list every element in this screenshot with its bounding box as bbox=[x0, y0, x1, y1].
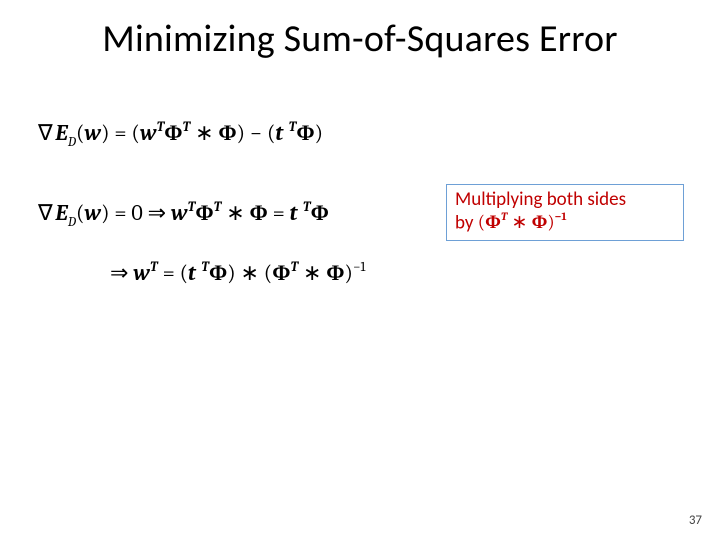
lparen3a: ( bbox=[180, 260, 188, 286]
annot-T1: T bbox=[501, 210, 507, 223]
sub-D: D bbox=[68, 135, 76, 150]
lparen2: ( bbox=[131, 120, 139, 146]
sup-T3a: T bbox=[150, 260, 158, 275]
sup-T3b: T bbox=[201, 260, 209, 275]
Phi-2c: Φ bbox=[311, 200, 329, 226]
Phi3: Φ bbox=[296, 120, 314, 146]
eq-zero: = 0 bbox=[110, 200, 148, 226]
equals1: = bbox=[110, 120, 132, 146]
var-w3: w bbox=[133, 260, 150, 286]
sup-T3c: T bbox=[290, 260, 298, 275]
page-number: 37 bbox=[689, 513, 702, 528]
rparen3a: ) bbox=[227, 260, 235, 286]
implies2: ⇒ bbox=[110, 260, 128, 286]
annot-Phi1: Φ bbox=[485, 211, 501, 233]
annotation-line1: Multiplying both sides bbox=[455, 189, 675, 211]
implies1: ⇒ bbox=[148, 200, 166, 226]
var-E: E bbox=[55, 120, 68, 146]
rparen1: ) bbox=[101, 120, 109, 146]
var-t2: t bbox=[290, 200, 298, 226]
sup-T3: T bbox=[289, 120, 297, 135]
Phi3a: Φ bbox=[209, 260, 227, 286]
annot-rp: ) bbox=[547, 211, 554, 233]
sup-T1: T bbox=[157, 120, 165, 135]
Phi2: Φ bbox=[218, 120, 236, 146]
sup-T-2b: T bbox=[214, 200, 222, 215]
annot-star: ∗ bbox=[507, 211, 531, 233]
star1: ∗ bbox=[190, 120, 218, 146]
sup-T-2a: T bbox=[188, 200, 196, 215]
annot-by: by bbox=[455, 211, 478, 234]
var-t3: t bbox=[188, 260, 196, 286]
annotation-box: Multiplying both sides by (ΦT ∗ Φ)−1 bbox=[446, 184, 684, 241]
slide-container: Minimizing Sum-of-Squares Error ∇ED(w) =… bbox=[0, 0, 720, 540]
minus: − bbox=[245, 120, 267, 146]
annot-lp: ( bbox=[478, 211, 485, 233]
Phi3b: Φ bbox=[272, 260, 290, 286]
equation-set-zero: ∇ED(w) = 0 ⇒ wTΦT ∗ Φ = tTΦ bbox=[38, 200, 329, 229]
var-w-2b: w bbox=[171, 200, 188, 226]
annot-Phi2: Φ bbox=[532, 211, 548, 233]
Phi-2a: Φ bbox=[195, 200, 213, 226]
var-E2: E bbox=[55, 200, 68, 226]
sup-T-2c: T bbox=[303, 200, 311, 215]
star3b: ∗ bbox=[298, 260, 326, 286]
equals-2b: = bbox=[268, 200, 290, 226]
Phi1: Φ bbox=[164, 120, 182, 146]
var-w2: w bbox=[140, 120, 157, 146]
Phi3c: Φ bbox=[326, 260, 344, 286]
rparen3: ) bbox=[315, 120, 323, 146]
equation-solved-w: ⇒ wT = (tTΦ) ∗ (ΦT ∗ Φ)−1 bbox=[110, 260, 365, 286]
equation-gradient: ∇ED(w) = (wTΦT ∗ Φ) − (tTΦ) bbox=[38, 120, 323, 149]
nabla2: ∇ bbox=[38, 200, 53, 226]
star-2a: ∗ bbox=[221, 200, 249, 226]
lparen3b: ( bbox=[264, 260, 272, 286]
rparen-2a: ) bbox=[101, 200, 109, 226]
rparen3b: ) bbox=[345, 260, 353, 286]
sup-inv: −1 bbox=[353, 260, 365, 275]
rparen2: ) bbox=[237, 120, 245, 146]
nabla: ∇ bbox=[38, 120, 53, 146]
sub-D2: D bbox=[68, 215, 76, 230]
var-w-2a: w bbox=[84, 200, 101, 226]
annotation-line2: by (ΦT ∗ Φ)−1 bbox=[455, 211, 675, 234]
annot-inv: −1 bbox=[555, 210, 567, 223]
equals3: = bbox=[158, 260, 180, 286]
var-t: t bbox=[275, 120, 283, 146]
sup-T2: T bbox=[183, 120, 191, 135]
Phi-2b: Φ bbox=[250, 200, 268, 226]
slide-title: Minimizing Sum-of-Squares Error bbox=[0, 16, 720, 62]
var-w: w bbox=[84, 120, 101, 146]
star3a: ∗ bbox=[236, 260, 264, 286]
